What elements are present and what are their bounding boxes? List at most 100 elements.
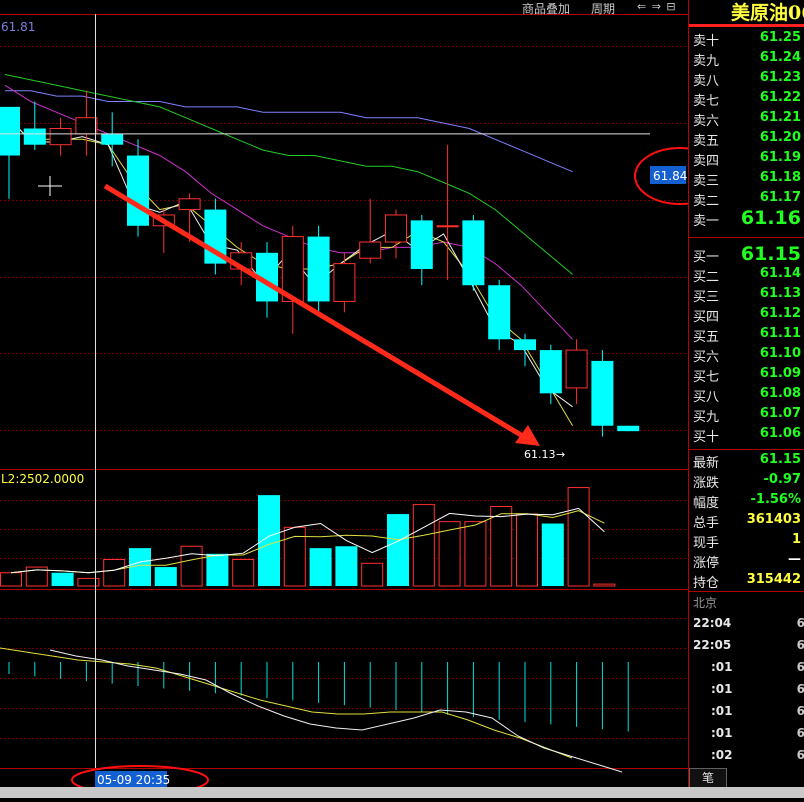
volume-ma-lines <box>10 507 605 574</box>
buy-row: 买四 61.12 <box>689 306 804 326</box>
buy-row: 买三 61.13 <box>689 286 804 306</box>
tick-row: :01 6 <box>689 726 804 748</box>
tick-row: :02 6 <box>689 748 804 770</box>
candle-body <box>565 349 588 389</box>
tick-price: 6 <box>796 748 804 762</box>
candle-body <box>410 220 433 270</box>
sell-row-label: 卖九 <box>693 54 720 69</box>
candle-body <box>101 133 124 145</box>
volume-bar <box>361 562 384 587</box>
kline-chart[interactable]: 61.84 61.81 61.13 → L2:2502.0000 05-09 2… <box>0 0 726 798</box>
buy-row-value: 61.08 <box>759 386 801 401</box>
tick-price: 6 <box>796 616 804 630</box>
stat-row-value: 61.15 <box>759 452 801 467</box>
tick-time: :01 <box>711 704 733 718</box>
volume-ma-white <box>10 507 605 574</box>
buy-row-value: 61.11 <box>759 326 801 341</box>
buy-row-value: 61.07 <box>759 406 801 421</box>
sell-row-label: 卖五 <box>693 134 720 149</box>
tick-time: 22:05 <box>693 638 732 652</box>
tick-price: 6 <box>796 726 804 740</box>
stat-row-value: 1 <box>791 532 801 547</box>
tick-row: 22:05 6 <box>689 638 804 660</box>
buy-row-value: 61.09 <box>759 366 801 381</box>
macd-panel <box>0 647 629 773</box>
sell-row-label: 卖四 <box>693 154 720 169</box>
bottom-scrollbar[interactable] <box>0 787 804 798</box>
candle-body <box>385 214 407 243</box>
candle-body <box>462 220 485 286</box>
tick-location: 北京 <box>693 596 718 610</box>
candle-body <box>488 285 511 340</box>
stat-row-label: 现手 <box>693 536 720 551</box>
tick-price: 6 <box>796 704 804 718</box>
nav-buttons[interactable]: ⇐ ⇒ ⊟ <box>637 0 677 13</box>
sell-row-label: 卖八 <box>693 74 720 89</box>
grid-lines <box>0 46 688 739</box>
tick-price: 6 <box>796 682 804 696</box>
volume-bar <box>51 572 74 586</box>
buy-row-label: 买四 <box>693 310 720 325</box>
stat-row: 总手 361403 <box>689 512 804 532</box>
candle-body <box>23 128 46 145</box>
buy-row-value: 61.06 <box>759 426 801 441</box>
volume-bar <box>412 504 435 587</box>
low-annotation-arrow: → <box>556 448 565 461</box>
volume-bar <box>567 487 590 587</box>
tick-time: :01 <box>711 726 733 740</box>
tick-tab-label: 笔 <box>701 771 714 785</box>
volume-bar <box>232 559 255 587</box>
chart-area[interactable]: 61.84 61.81 61.13 → L2:2502.0000 05-09 2… <box>0 0 726 798</box>
buy-row-label: 买二 <box>693 270 720 285</box>
buy-row: 买十 61.06 <box>689 426 804 446</box>
sell-row: 卖八 61.23 <box>689 70 804 90</box>
sell-row-value: 61.17 <box>759 190 801 205</box>
buy-row-label: 买十 <box>693 430 720 445</box>
buy-row: 买七 61.09 <box>689 366 804 386</box>
tick-row: 22:04 6 <box>689 616 804 638</box>
candle-body <box>514 339 536 351</box>
buy-row: 买六 61.10 <box>689 346 804 366</box>
macd-dea-line <box>0 647 573 759</box>
candle-body <box>333 263 356 302</box>
volume-bar <box>0 572 22 587</box>
buy-row-value: 61.13 <box>759 286 801 301</box>
quote-sidebar: 美原油06 卖十 61.25 卖九 61.24 卖八 61.23 卖七 61.22 卖六 61.2… <box>688 0 804 798</box>
period-button[interactable]: 周期 <box>591 0 615 17</box>
sell-row: 卖七 61.22 <box>689 90 804 110</box>
sell-row-label: 卖十 <box>693 34 720 49</box>
candle-body <box>591 360 614 426</box>
stat-row: 现手 1 <box>689 532 804 552</box>
stat-row-value: -0.97 <box>763 472 801 487</box>
sell-row: 卖六 61.21 <box>689 110 804 130</box>
buy-row-label: 买八 <box>693 390 720 405</box>
candle-body <box>75 117 98 135</box>
volume-bar <box>206 553 229 586</box>
buy-row-value: 61.10 <box>759 346 801 361</box>
stat-row-value: 315442 <box>746 572 801 587</box>
tick-time: 22:04 <box>693 616 732 630</box>
sell-row: 卖五 61.20 <box>689 130 804 150</box>
tick-row: :01 6 <box>689 660 804 682</box>
buy-row-label: 买七 <box>693 370 720 385</box>
sell-row-label: 卖二 <box>693 194 720 209</box>
candle-body <box>0 106 20 156</box>
buy-row-label: 买六 <box>693 350 720 365</box>
overlay-button[interactable]: 商品叠加 <box>522 0 570 17</box>
volume-bar <box>593 583 616 587</box>
tick-time: :02 <box>711 748 733 762</box>
candle-body <box>359 241 382 259</box>
tick-row: :01 6 <box>689 704 804 726</box>
stat-row: 涨跌 -0.97 <box>689 472 804 492</box>
buy-row: 买九 61.07 <box>689 406 804 426</box>
sell-row-value: 61.19 <box>759 150 801 165</box>
sell-row: 卖一 61.16 <box>689 207 804 230</box>
sell-row: 卖三 61.18 <box>689 170 804 190</box>
buy-row-label: 买五 <box>693 330 720 345</box>
stat-row: 持仓 315442 <box>689 572 804 592</box>
sell-row-label: 卖一 <box>693 214 720 229</box>
buy-row: 买八 61.08 <box>689 386 804 406</box>
volume-bar <box>154 567 177 586</box>
tick-tab[interactable]: 笔 <box>689 768 727 788</box>
sell-row-value: 61.20 <box>759 130 801 145</box>
